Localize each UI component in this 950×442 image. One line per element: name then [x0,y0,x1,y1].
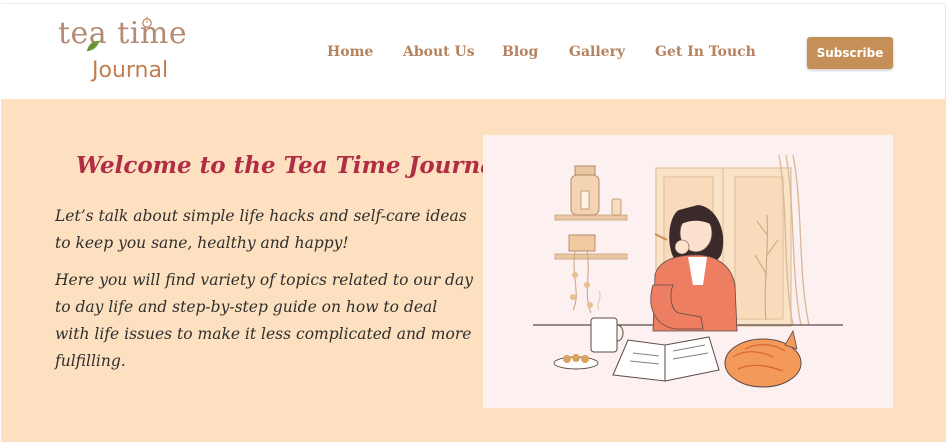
shelves-graphic [554,165,628,314]
cat-graphic [724,329,802,388]
hero-illustration [483,135,893,408]
hero-section: Welcome to the Tea Time Journal! Let’s t… [1,99,946,442]
mug-graphic [590,290,624,353]
subscribe-button[interactable]: Subscribe [807,37,893,69]
nav-link-blog[interactable]: Blog [502,44,538,60]
hero-intro-text: Let’s talk about simple life hacks and s… [55,207,467,252]
logo-line1: tea time [58,16,188,51]
woman-reading-illustration [533,154,843,388]
hero-description-text: Here you will find variety of topics rel… [55,271,473,370]
nav-link-home[interactable]: Home [327,44,373,60]
page: tea time Journal Home About Us Blog Gall… [0,0,950,442]
site-header: tea time Journal Home About Us Blog Gall… [1,3,946,99]
book-graphic [612,336,720,382]
hero-title: Welcome to the Tea Time Journal! [76,152,514,179]
nav-link-gallery[interactable]: Gallery [569,44,625,60]
logo-line2: Journal [92,58,169,83]
site-logo[interactable]: tea time Journal [58,16,218,90]
nav-link-get-in-touch[interactable]: Get In Touch [655,44,756,60]
nav-link-about-us[interactable]: About Us [403,44,475,60]
cookie-plate-graphic [553,354,599,370]
clock-icon [142,17,152,28]
leaf-icon [86,40,99,52]
